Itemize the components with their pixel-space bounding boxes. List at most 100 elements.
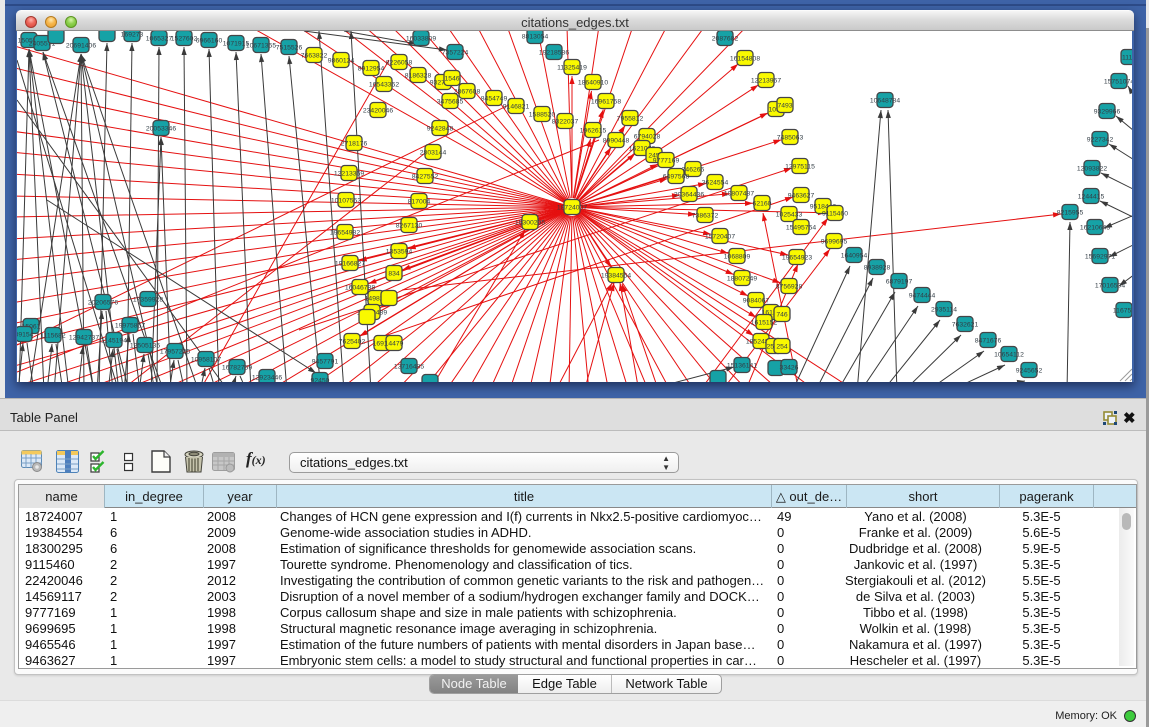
svg-text:7625402: 7625402 — [339, 338, 366, 345]
svg-text:817004: 817004 — [408, 198, 431, 205]
svg-text:1025433: 1025433 — [776, 211, 803, 218]
svg-text:19166827: 19166827 — [335, 260, 365, 267]
svg-text:10654112: 10654112 — [994, 351, 1024, 358]
svg-text:12213967: 12213967 — [751, 77, 781, 84]
svg-text:6879197: 6879197 — [886, 278, 913, 285]
svg-text:1145194: 1145194 — [101, 337, 127, 344]
svg-text:10107553: 10107553 — [331, 197, 361, 204]
svg-text:18724007: 18724007 — [557, 204, 587, 211]
svg-text:12975115: 12975115 — [785, 163, 815, 170]
svg-text:834: 834 — [388, 270, 400, 277]
svg-text:18640910: 18640910 — [578, 79, 608, 86]
svg-text:8756928: 8756928 — [776, 283, 803, 290]
svg-text:12505135: 12505135 — [130, 342, 160, 349]
svg-text:19654982: 19654982 — [330, 229, 360, 236]
svg-text:12923446: 12923446 — [252, 374, 282, 381]
svg-text:10648784: 10648784 — [870, 97, 900, 104]
svg-text:62160: 62160 — [753, 200, 772, 207]
svg-text:17359928: 17359928 — [133, 296, 163, 303]
svg-text:16961758: 16961758 — [591, 98, 621, 105]
svg-text:16543362: 16543362 — [369, 81, 399, 88]
svg-text:8322037: 8322037 — [552, 118, 579, 125]
svg-text:2935114: 2935114 — [931, 306, 957, 313]
svg-text:2803144: 2803144 — [420, 149, 447, 156]
svg-text:6794028: 6794028 — [634, 133, 661, 140]
svg-text:1962615: 1962615 — [580, 127, 607, 134]
svg-text:8454749: 8454749 — [481, 95, 508, 102]
svg-text:1353594: 1353594 — [386, 248, 413, 255]
svg-text:9227342: 9227342 — [1087, 136, 1114, 143]
svg-text:1615152: 1615152 — [751, 319, 778, 326]
svg-text:1068809: 1068809 — [724, 253, 751, 260]
svg-text:8215955: 8215955 — [1057, 209, 1084, 216]
svg-text:7493: 7493 — [777, 102, 792, 109]
svg-text:9245652: 9245652 — [1016, 367, 1043, 374]
svg-text:16210643: 16210643 — [1080, 224, 1110, 231]
svg-text:13716485: 13716485 — [394, 363, 424, 370]
svg-text:7485063: 7485063 — [777, 134, 804, 141]
svg-text:12093822: 12093822 — [1077, 165, 1107, 172]
svg-text:116753: 116753 — [1113, 307, 1132, 314]
svg-text:19218586: 19218586 — [539, 49, 569, 56]
svg-text:8912954: 8912954 — [358, 65, 385, 72]
svg-text:169273: 169273 — [121, 31, 144, 38]
svg-text:15136141: 15136141 — [727, 362, 757, 369]
svg-text:14479: 14479 — [385, 340, 404, 347]
svg-text:20691406: 20691406 — [66, 42, 96, 49]
svg-text:16782759: 16782759 — [222, 364, 252, 371]
svg-text:1546: 1546 — [444, 75, 459, 82]
svg-text:2867608: 2867608 — [454, 88, 481, 95]
svg-text:23420046: 23420046 — [363, 107, 393, 114]
svg-text:9242848: 9242848 — [427, 125, 454, 132]
svg-text:9474444: 9474444 — [909, 292, 936, 299]
svg-text:1527602: 1527602 — [171, 35, 198, 42]
svg-text:39154: 39154 — [17, 331, 34, 338]
svg-text:8938928: 8938928 — [864, 264, 891, 271]
svg-text:92450: 92450 — [311, 377, 330, 382]
svg-text:15495764: 15495764 — [786, 224, 816, 231]
svg-text:6497568: 6497568 — [663, 173, 690, 180]
svg-text:9463627: 9463627 — [788, 192, 815, 199]
svg-text:17016504: 17016504 — [1095, 282, 1125, 289]
svg-text:20053346: 20053346 — [146, 125, 176, 132]
svg-text:15720407: 15720407 — [705, 233, 735, 240]
svg-text:7663822: 7663822 — [301, 52, 328, 59]
svg-text:2087682: 2087682 — [712, 35, 739, 42]
svg-text:8813054: 8813054 — [522, 33, 549, 40]
svg-text:12213369: 12213369 — [334, 170, 364, 177]
svg-text:10807487: 10807487 — [724, 190, 754, 197]
svg-text:746266: 746266 — [682, 166, 705, 173]
svg-text:8427552: 8427552 — [412, 173, 439, 180]
svg-text:1588520: 1588520 — [529, 111, 556, 118]
svg-text:12942737: 12942737 — [69, 334, 99, 341]
svg-text:1065327: 1065327 — [146, 35, 173, 42]
svg-text:8226058: 8226058 — [386, 59, 413, 66]
svg-text:11325419: 11325419 — [557, 64, 587, 71]
svg-text:1115682: 1115682 — [40, 332, 66, 339]
svg-text:9860124: 9860124 — [328, 57, 355, 64]
svg-text:9699695: 9699695 — [821, 238, 848, 245]
svg-text:1112: 1112 — [1122, 54, 1132, 61]
svg-text:7357224: 7357224 — [442, 49, 469, 56]
svg-text:7515526: 7515526 — [276, 44, 303, 51]
svg-text:19654923: 19654923 — [782, 254, 812, 261]
svg-text:16154808: 16154808 — [730, 55, 760, 62]
svg-text:1244415: 1244415 — [1078, 193, 1105, 200]
svg-text:9777169: 9777169 — [653, 157, 680, 164]
svg-text:2718176: 2718176 — [341, 140, 368, 147]
svg-text:8267130: 8267130 — [396, 222, 423, 229]
svg-text:15751074: 15751074 — [1104, 78, 1132, 85]
svg-text:3475685: 3475685 — [437, 98, 464, 105]
svg-text:19384554: 19384554 — [601, 272, 631, 279]
svg-text:1640954: 1640954 — [841, 252, 868, 259]
svg-text:9084067: 9084067 — [743, 297, 770, 304]
svg-text:17957225: 17957225 — [160, 348, 190, 355]
svg-text:18300295: 18300295 — [515, 219, 545, 226]
svg-text:10671355: 10671355 — [246, 42, 276, 49]
svg-text:15692971: 15692971 — [1085, 253, 1115, 260]
svg-text:8990448: 8990448 — [603, 137, 630, 144]
svg-text:10958107: 10958107 — [191, 356, 221, 363]
svg-text:746: 746 — [776, 311, 788, 318]
svg-text:18807249: 18807249 — [727, 275, 757, 282]
svg-text:9457791: 9457791 — [312, 358, 339, 365]
